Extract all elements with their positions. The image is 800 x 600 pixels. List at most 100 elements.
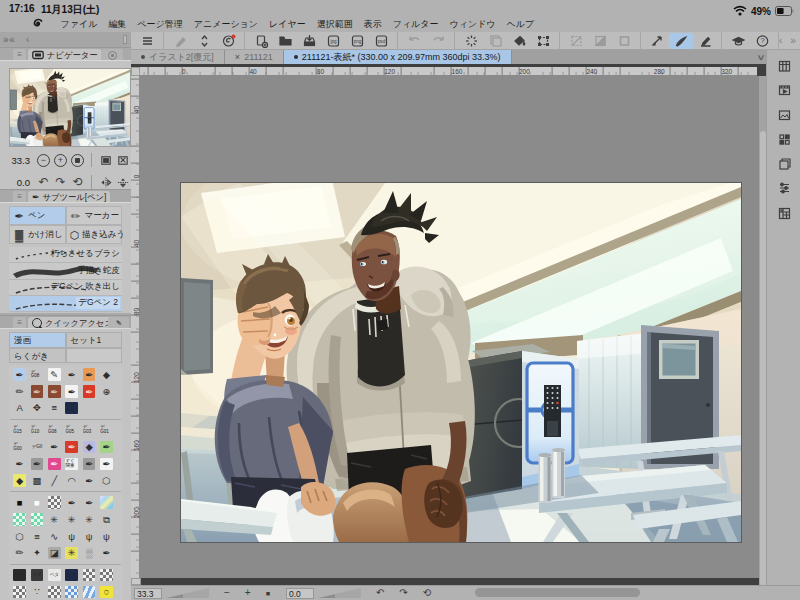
chevron-down-icon[interactable]: ∨	[756, 53, 765, 62]
qa-polyhedron2[interactable]: ⬡	[13, 530, 26, 543]
menu-item-0[interactable]: ファイル	[55, 17, 103, 32]
qa-marker[interactable]: ✏	[13, 385, 26, 398]
qa-dg00-pen[interactable]: デG00	[13, 441, 26, 454]
subtool-2[interactable]: ▓かけ消し	[9, 225, 66, 244]
qa-pen-orange[interactable]: ✒	[83, 368, 96, 381]
qa-kuchikomi[interactable]: すぐ関事	[65, 458, 78, 471]
qa-marker2[interactable]: ✏	[13, 547, 26, 560]
menu-item-9[interactable]: ヘルプ	[501, 17, 540, 32]
zoom-out-button[interactable]: −	[37, 154, 50, 167]
qa-pen7[interactable]: ✒	[83, 496, 96, 509]
qa-eraser-soft[interactable]: ◆	[83, 441, 96, 454]
subtool-3[interactable]: ⬡描き込みう	[66, 225, 123, 244]
qa-line-rows2[interactable]: ≡	[31, 530, 44, 543]
qa-dg01-pen[interactable]: デG01	[100, 424, 113, 437]
animation-panel-button[interactable]	[777, 83, 792, 98]
qa-fill-bucket[interactable]: ◆	[100, 368, 113, 381]
artwork-canvas[interactable]	[181, 183, 741, 542]
qa-pen8[interactable]: ✒	[100, 547, 113, 560]
zoom-out-button[interactable]: −	[224, 588, 230, 598]
qa-pen4[interactable]: ✒	[13, 458, 26, 471]
qa-pen3[interactable]: ✒	[48, 441, 61, 454]
qa-web-cursor[interactable]: ⊕	[100, 385, 113, 398]
qa-pencil[interactable]: ✎	[48, 368, 61, 381]
export-png-button[interactable]: png	[345, 33, 369, 49]
tutorial-button[interactable]	[726, 33, 750, 49]
qa-pen-green[interactable]: ✒	[100, 441, 113, 454]
qa-eraser-photo[interactable]: ◪	[48, 547, 61, 560]
qa-tone-green2[interactable]	[31, 513, 44, 526]
qa-checker-blue[interactable]	[65, 586, 78, 599]
menu-item-4[interactable]: レイヤー	[264, 17, 312, 32]
export-jpg-button[interactable]: jpg	[321, 33, 345, 49]
snap-ruler-button[interactable]	[645, 33, 669, 49]
qa-xstar3[interactable]: ✳	[83, 513, 96, 526]
qa-noise[interactable]: ░	[83, 547, 96, 560]
document-tab-1[interactable]: ×211121	[225, 50, 284, 64]
menu-item-3[interactable]: アニメーション	[188, 17, 263, 32]
export-psd-button[interactable]: psd	[369, 33, 393, 49]
subtool-brush-0[interactable]: 朽ちさせるブラシ	[9, 247, 122, 263]
qa-pen-red[interactable]: ✒	[83, 385, 96, 398]
qa-dgii-pen[interactable]: デGII	[31, 441, 44, 454]
clip-studio-logo-icon[interactable]	[30, 17, 45, 32]
qa-dg05-pen[interactable]: デG05	[65, 424, 78, 437]
image-panel-button[interactable]	[777, 107, 792, 122]
qa-pen-wave[interactable]: ∿	[48, 530, 61, 543]
edit-pen-button[interactable]	[168, 33, 192, 49]
rotate-slider[interactable]	[319, 588, 361, 598]
pattern-panel-button[interactable]	[777, 132, 792, 147]
qa-ribbon-brush[interactable]: リボ	[31, 569, 44, 582]
processing-button[interactable]	[459, 33, 483, 49]
reset-rotate-button[interactable]: ⟲	[423, 588, 431, 598]
back-button[interactable]: ‹	[26, 34, 28, 45]
qa-white-square[interactable]: ■	[31, 496, 44, 509]
qa-pen-brown2[interactable]: ✒	[48, 385, 61, 398]
qa-checker-bw2[interactable]	[100, 569, 113, 582]
zoom-value-box[interactable]: 33.3	[134, 588, 162, 599]
reset-rotate-button[interactable]: ⟲	[71, 176, 84, 189]
invert-selection-button[interactable]	[588, 33, 612, 49]
navigator-preview[interactable]	[10, 69, 130, 146]
qa-pen2[interactable]: ✒	[65, 368, 78, 381]
qa-screen-tone[interactable]: トみネセ	[65, 402, 78, 415]
qa-checker-bw[interactable]	[83, 569, 96, 582]
toolbar-overflow-right[interactable]: »	[790, 35, 796, 46]
qa-pen-gray2[interactable]: ✒	[83, 458, 96, 471]
save-button[interactable]	[297, 33, 321, 49]
subtool-brush-1[interactable]: 手描き蛇皮	[9, 263, 122, 279]
fill-button[interactable]	[507, 33, 531, 49]
grid-panel-button[interactable]	[777, 58, 792, 73]
qa-checker[interactable]	[48, 496, 61, 509]
qa-dither[interactable]: ▩	[31, 474, 44, 487]
qa-rainbow[interactable]	[100, 496, 113, 509]
zoom-in-button[interactable]: +	[245, 588, 251, 598]
qa-pen-white[interactable]: ✒	[65, 385, 78, 398]
help-button[interactable]: ?	[750, 33, 774, 49]
deselect-button[interactable]	[564, 33, 588, 49]
open-file-button[interactable]	[273, 33, 297, 49]
qa-polyhedron[interactable]: ⬡	[100, 474, 113, 487]
qa-curve[interactable]: ◠	[65, 474, 78, 487]
qa-dg08-pen2[interactable]: デG08	[48, 424, 61, 437]
copy-layer-button[interactable]	[483, 33, 507, 49]
document-tab-0[interactable]: イラスト2[復元]	[131, 50, 225, 64]
qa-sparkle[interactable]: ✦	[31, 547, 44, 560]
qa-grass3[interactable]: ψ	[100, 530, 113, 543]
qa-pen-red2[interactable]: ✒	[65, 441, 78, 454]
qa-pen5[interactable]: ✒	[83, 474, 96, 487]
qa-xstar2[interactable]: ✳	[65, 513, 78, 526]
layer-property-panel-button[interactable]	[777, 181, 792, 196]
canvas-viewport[interactable]	[140, 76, 759, 578]
qa-stripes-blue[interactable]	[83, 586, 96, 599]
qa-spray[interactable]: ∵	[31, 586, 44, 599]
flip-horizontal-button[interactable]	[99, 176, 113, 189]
qa-grass2[interactable]: ψ	[83, 530, 96, 543]
menu-item-1[interactable]: 編集	[103, 17, 132, 32]
flip-vertical-button[interactable]	[116, 176, 130, 189]
qa-dg08-pen[interactable]: デG08	[31, 368, 44, 381]
menu-item-8[interactable]: ウィンドウ	[444, 17, 501, 32]
quick-access-set-0[interactable]: 漫画	[9, 332, 66, 348]
subtool-brush-2[interactable]: デGペン 吹き出し	[9, 280, 122, 296]
qa-caution-yellow[interactable]: ✳	[65, 547, 78, 560]
